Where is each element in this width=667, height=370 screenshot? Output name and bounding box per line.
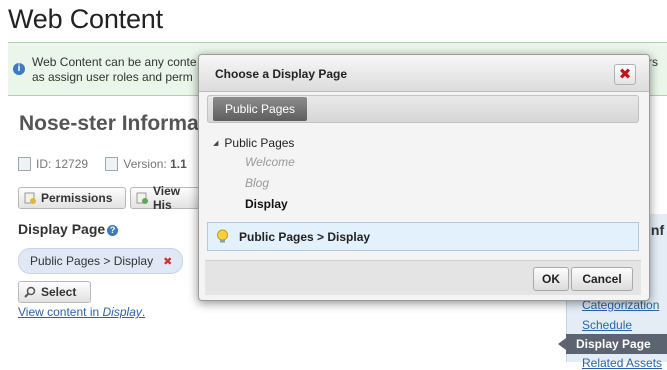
id-label: ID: <box>36 157 52 171</box>
dialog-footer: OK Cancel <box>205 260 641 295</box>
id-icon <box>18 157 31 171</box>
info-text-line2: as assign user roles and perm <box>32 70 193 84</box>
dialog-header: Choose a Display Page ✖ <box>199 55 649 92</box>
selection-message: Public Pages > Display <box>207 222 639 251</box>
view-content-suffix: . <box>141 305 146 319</box>
info-icon: i <box>13 63 25 75</box>
id-meta: ID: 12729 <box>18 157 88 171</box>
cancel-button[interactable]: Cancel <box>571 267 633 291</box>
lightbulb-icon <box>216 229 229 244</box>
info-text-line1: Web Content can be any conte <box>32 55 197 69</box>
selected-display-page: Public Pages > Display <box>30 254 154 268</box>
permissions-label: Permissions <box>41 191 113 205</box>
view-content-target: Display <box>102 305 142 319</box>
tree-node-display[interactable]: Display <box>245 197 288 211</box>
selected-display-page-pill: Public Pages > Display ✖ <box>18 248 184 274</box>
selection-path: Public Pages > Display <box>239 229 371 244</box>
history-icon <box>136 192 148 204</box>
view-content-link[interactable]: View content in Display. <box>18 305 145 319</box>
display-page-label: Display Page? <box>18 221 119 237</box>
version-label: Version: <box>123 157 167 171</box>
side-link-display-page[interactable]: Display Page <box>558 334 667 354</box>
ok-button[interactable]: OK <box>533 267 569 291</box>
tree-node-public-pages[interactable]: ◢ Public Pages <box>213 136 294 150</box>
version-icon <box>105 157 119 171</box>
select-button[interactable]: Select <box>18 281 91 303</box>
version-meta: Version: 1.1 <box>105 157 187 171</box>
side-link-schedule[interactable]: Schedule <box>582 318 632 332</box>
select-label: Select <box>41 285 77 299</box>
article-title: Nose-ster Informa <box>19 112 199 135</box>
tree-node-welcome: Welcome <box>245 155 295 169</box>
side-link-related-assets[interactable]: Related Assets <box>582 356 662 370</box>
id-value: 12729 <box>54 157 89 171</box>
page-title: Web Content <box>8 4 163 34</box>
tab-bar: Public Pages <box>207 95 639 123</box>
tree-root-label: Public Pages <box>224 136 295 150</box>
dialog-title: Choose a Display Page <box>215 67 348 81</box>
view-content-prefix: View content in <box>18 305 100 319</box>
version-value: 1.1 <box>170 157 187 171</box>
permissions-icon <box>24 192 36 204</box>
help-icon[interactable]: ? <box>107 224 119 236</box>
search-icon <box>24 286 36 298</box>
article-meta: ID: 12729 Version: 1.1 <box>18 157 201 174</box>
tree-toggle-icon[interactable]: ◢ <box>213 139 218 147</box>
close-icon[interactable]: ✖ <box>614 64 636 85</box>
view-history-label: View His <box>153 184 181 212</box>
display-page-label-text: Display Page <box>18 221 106 237</box>
remove-icon[interactable]: ✖ <box>163 255 172 268</box>
choose-display-page-dialog: Choose a Display Page ✖ Public Pages ◢ P… <box>198 54 650 301</box>
permissions-button[interactable]: Permissions <box>18 187 126 209</box>
tab-public-pages[interactable]: Public Pages <box>213 97 308 121</box>
tree-node-blog: Blog <box>245 176 270 190</box>
